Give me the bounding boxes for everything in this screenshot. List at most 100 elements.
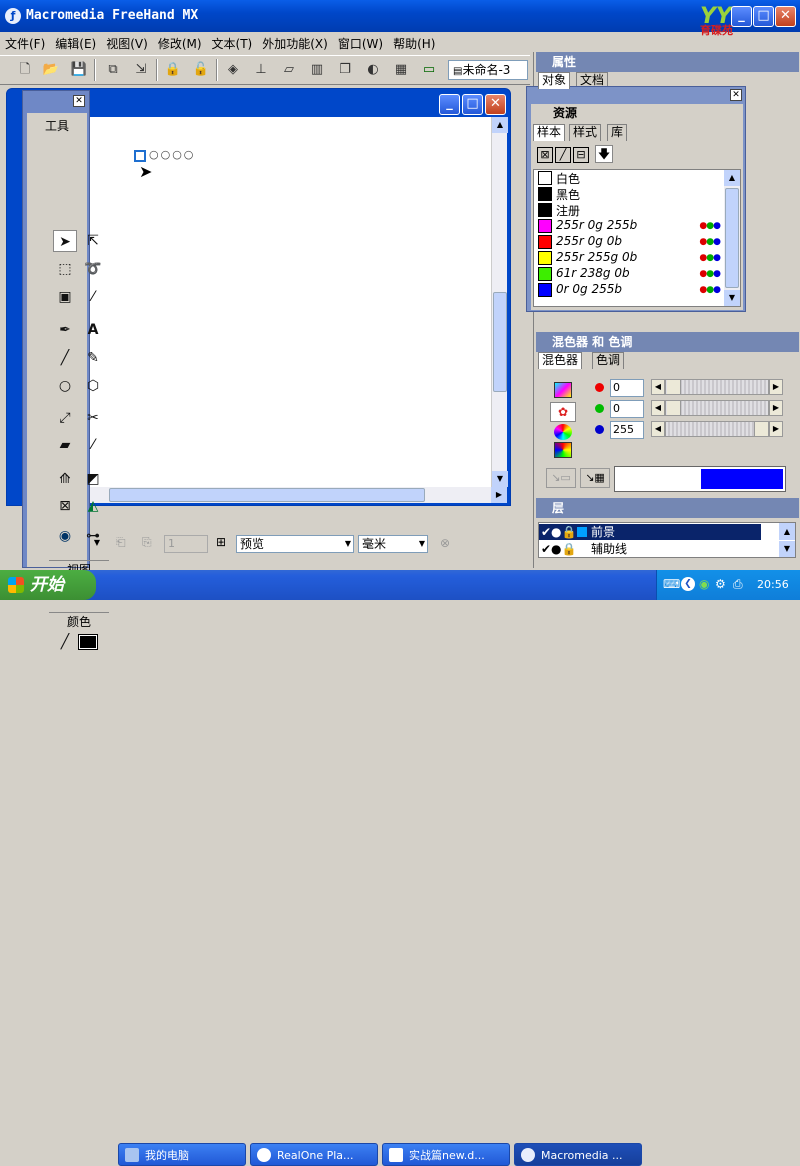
blue-value-field[interactable]: 255	[610, 421, 644, 439]
layers-scroll-up[interactable]: ▲	[779, 523, 795, 540]
start-button[interactable]: 开始	[0, 570, 96, 600]
horizontal-scroll-thumb[interactable]	[109, 488, 425, 502]
swatch-add-icon[interactable]: 🡇	[595, 145, 613, 163]
maximize-button[interactable]: □	[753, 6, 774, 27]
lock-icon[interactable]: 🔒	[162, 59, 184, 81]
close-button[interactable]: ✕	[775, 6, 796, 27]
doc-maximize-button[interactable]: □	[462, 94, 483, 115]
tab-swatches[interactable]: 样本	[533, 124, 566, 141]
brush-tool-icon[interactable]: ⁄	[81, 434, 105, 456]
tools-panel-close-icon[interactable]: ✕	[73, 95, 85, 107]
tab-mixer[interactable]: 混色器	[538, 352, 583, 369]
taskbar-item-macromedia[interactable]: Macromedia ...	[514, 1143, 642, 1166]
page-tool-icon[interactable]: ⬚	[53, 258, 77, 280]
taskbar-item-realone[interactable]: RealOne Pla...	[250, 1143, 378, 1166]
tab-library[interactable]: 库	[607, 124, 628, 141]
tab-tints[interactable]: 色调	[592, 352, 625, 369]
pencil-tool-icon[interactable]: ✎	[81, 347, 105, 369]
scroll-up-arrow[interactable]: ▲	[492, 117, 508, 133]
vertical-scrollbar[interactable]: ▲ ▼	[491, 117, 508, 487]
polygon-tool-icon[interactable]: ⬡	[81, 375, 105, 397]
scroll-right-arrow[interactable]: ▶	[491, 487, 507, 503]
swatch-row[interactable]: 白色	[534, 170, 722, 186]
mirror-tool-icon[interactable]: ◭	[81, 495, 105, 517]
preview-select[interactable]: 预览 ▼	[236, 535, 354, 553]
eraser-tool-icon[interactable]: ▰	[53, 434, 77, 456]
blue-slider[interactable]	[665, 421, 769, 437]
keyboard-icon[interactable]: ⌨	[663, 577, 680, 591]
swatch-scroll-up[interactable]: ▲	[724, 170, 740, 186]
envelope-tool-icon[interactable]: ⊠	[53, 495, 77, 517]
layer-row[interactable]: ✔●🔒 辅助线	[539, 541, 761, 557]
knife-tool-icon[interactable]: ✂	[81, 407, 105, 429]
color-icon[interactable]: ◐	[362, 59, 384, 81]
subselect-tool-icon[interactable]: ⇱	[81, 230, 105, 252]
swatch-row[interactable]: 注册	[534, 202, 722, 218]
tray-expand-icon[interactable]: ❮	[681, 577, 695, 591]
crop-tool-icon[interactable]: ▣	[53, 286, 77, 308]
system-color-icon[interactable]	[554, 442, 572, 458]
blue-slider-right[interactable]: ▶	[769, 421, 783, 437]
layer-visible-icon[interactable]: ✔●🔒	[541, 541, 576, 557]
layers-panel-header[interactable]: 层	[536, 498, 799, 518]
align-icon[interactable]: ⊥	[250, 59, 272, 81]
layer-row[interactable]: ✔●🔒 前景	[539, 524, 761, 540]
text-tool-icon[interactable]: A	[81, 319, 105, 341]
tab-styles[interactable]: 样式	[569, 124, 602, 141]
red-slider[interactable]	[665, 379, 769, 395]
printer-icon[interactable]: ⎙	[733, 577, 743, 592]
import-icon[interactable]: ⧉	[102, 59, 124, 81]
lasso-tool-icon[interactable]: ➰	[81, 258, 105, 280]
unit-select[interactable]: 毫米 ▼	[358, 535, 428, 553]
cancel-render-icon[interactable]: ⊗	[440, 536, 450, 550]
scale-tool-icon[interactable]: ⤢	[53, 407, 77, 429]
swatch-scroll-thumb[interactable]	[725, 188, 739, 288]
new-file-icon[interactable]: 🗋	[14, 59, 36, 81]
green-slider[interactable]	[665, 400, 769, 416]
menu-view[interactable]: 视图(V)	[101, 32, 153, 52]
swatch-scroll-down[interactable]: ▼	[724, 290, 740, 306]
pen-tool-icon[interactable]: ✒	[53, 319, 77, 341]
menu-help[interactable]: 帮助(H)	[388, 32, 440, 52]
save-icon[interactable]: 💾	[68, 59, 90, 81]
extrude-tool-icon[interactable]: ◩	[81, 468, 105, 490]
vertical-scroll-thumb[interactable]	[493, 292, 507, 392]
layers-list[interactable]: ✔●🔒 前景 ✔●🔒 辅助线 ▲ ▼	[538, 522, 796, 558]
eyedropper-tool-icon[interactable]: ⁄	[81, 286, 105, 308]
assets-panel-title[interactable]: 资源	[531, 104, 743, 122]
swatch-row[interactable]: 0r 0g 255b ●●●	[534, 282, 722, 298]
rgb-mode-icon[interactable]: ✿	[550, 402, 576, 422]
network-icon[interactable]: ◉	[699, 577, 709, 591]
page-number-field[interactable]: 1	[164, 535, 208, 553]
tab-object[interactable]: 对象	[538, 72, 571, 89]
stroke-color-icon[interactable]: ╱	[53, 631, 77, 653]
swatch-fill-icon[interactable]: ⊟	[573, 147, 589, 163]
green-slider-right[interactable]: ▶	[769, 400, 783, 416]
swatch-row[interactable]: 255r 0g 0b ●●●	[534, 234, 722, 250]
add-page-icon[interactable]: ⊞	[216, 535, 226, 549]
swatch-list[interactable]: 白色 黑色 注册 255r 0g 255b ●●● 255r 0g 0b ●●● 255r 2…	[533, 169, 741, 307]
selected-shape[interactable]	[134, 150, 146, 162]
swatch-list-scrollbar[interactable]: ▲ ▼	[724, 170, 740, 306]
doc-close-button[interactable]: ✕	[485, 94, 506, 115]
taskbar-item-my-computer[interactable]: 我的电脑	[118, 1143, 246, 1166]
properties-panel-header[interactable]: 属性	[536, 52, 799, 72]
assets-panel-close-icon[interactable]: ✕	[730, 89, 742, 101]
cmyk-mode-icon[interactable]	[554, 382, 572, 398]
blue-slider-left[interactable]: ◀	[651, 421, 665, 437]
green-slider-left[interactable]: ◀	[651, 400, 665, 416]
blend-tool-icon[interactable]: ⟰	[53, 468, 77, 490]
prev-page-icon[interactable]: ⎘	[142, 535, 152, 550]
doc-minimize-button[interactable]: _	[439, 94, 460, 115]
taskbar-item-word[interactable]: 实战篇new.d...	[382, 1143, 510, 1166]
volume-icon[interactable]: ⚙	[715, 577, 726, 591]
layer-visible-icon[interactable]: ✔●🔒	[541, 524, 576, 540]
export-icon[interactable]: ⇲	[130, 59, 152, 81]
document-select[interactable]: ▤未命名-3	[448, 60, 528, 80]
layers-icon[interactable]: ❐	[334, 59, 356, 81]
pointer-tool-icon[interactable]: ➤	[53, 230, 77, 252]
swatch-none-icon[interactable]: ⊠	[537, 147, 553, 163]
first-page-icon[interactable]: ⎗	[116, 535, 126, 550]
green-value-field[interactable]: 0	[610, 400, 644, 418]
swatch-row[interactable]: 黑色	[534, 186, 722, 202]
